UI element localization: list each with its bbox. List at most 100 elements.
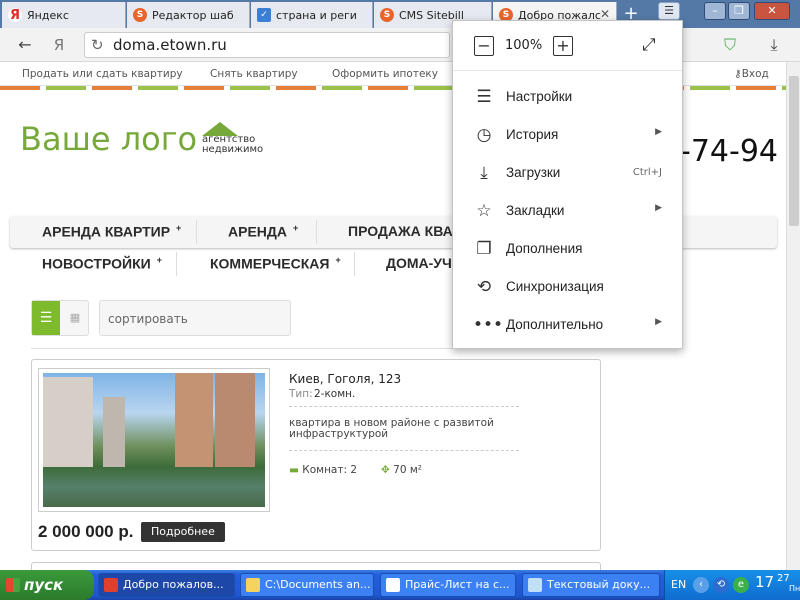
tab-country[interactable]: ✓ страна и реги: [251, 2, 373, 28]
menu-button[interactable]: ☰: [658, 2, 680, 20]
sync-icon[interactable]: ⟲: [713, 577, 729, 593]
menu-separator: [196, 220, 197, 244]
menu-new-buildings[interactable]: НОВОСТРОЙКИ +: [42, 255, 162, 272]
sitebill-icon: S: [380, 8, 394, 22]
fullscreen-icon[interactable]: ⤢: [642, 35, 656, 55]
system-tray: EN ‹ ⟲ e 17 27 Пн: [664, 570, 800, 600]
grid-view-icon[interactable]: ▦: [61, 301, 89, 335]
maximize-button[interactable]: ❐: [728, 2, 750, 20]
menu-item-history[interactable]: ◷ История ▶: [453, 116, 682, 154]
menu-item-settings[interactable]: ☰ Настройки: [453, 78, 682, 116]
yandex-icon[interactable]: Я: [48, 34, 70, 56]
listing-card: [31, 562, 601, 570]
building-shape: [103, 397, 125, 467]
sync-icon: ⟲: [476, 277, 492, 297]
page-scrollbar[interactable]: [786, 62, 800, 570]
taskbar: пуск Добро пожалов... C:\Documents an...…: [0, 570, 800, 600]
tab-editor[interactable]: S Редактор шаб: [127, 2, 250, 28]
view-toggle: ☰ ▦: [31, 300, 89, 336]
tab-label: Яндекс: [27, 8, 69, 22]
chevron-right-icon: ▶: [655, 203, 662, 213]
zoom-row: − 100% + ⤢: [453, 21, 682, 71]
menu-separator: [316, 220, 317, 244]
topnav-sell[interactable]: Продать или сдать квартиру: [22, 68, 183, 80]
menu-item-more[interactable]: ••• Дополнительно ▶: [453, 306, 682, 344]
reload-icon[interactable]: ↻: [91, 36, 104, 54]
agency-line2: недвижимо: [202, 144, 264, 155]
yandex-browser-icon: [104, 578, 118, 592]
phone-number: -74-94: [680, 134, 778, 169]
menu-commercial[interactable]: КОММЕРЧЕСКАЯ +: [210, 255, 341, 272]
listing-type-value: 2-комн.: [314, 388, 356, 400]
menu-rent[interactable]: АРЕНДА +: [228, 223, 298, 240]
close-window-button[interactable]: ✕: [754, 2, 790, 20]
list-view-icon[interactable]: ☰: [32, 301, 60, 335]
back-icon[interactable]: ‹: [693, 577, 709, 593]
building-shape: [175, 373, 213, 467]
menu-houses[interactable]: ДОМА-УЧ: [386, 255, 452, 271]
download-icon[interactable]: ⤓: [763, 34, 785, 56]
shield-icon[interactable]: ⛉: [719, 34, 741, 56]
login-link[interactable]: ⚷Вход: [734, 68, 769, 80]
zoom-level: 100%: [505, 38, 543, 53]
taskbar-button-browser[interactable]: Добро пожалов...: [98, 573, 235, 597]
listing-description: квартира в новом районе с развитой инфра…: [289, 417, 494, 440]
topnav-rent[interactable]: Снять квартиру: [210, 68, 298, 80]
clock-minutes: 27: [777, 573, 790, 584]
star-icon: ☆: [476, 201, 492, 221]
menu-item-bookmarks[interactable]: ☆ Закладки ▶: [453, 192, 682, 230]
details-button[interactable]: Подробнее: [141, 522, 225, 542]
menu-separator: [176, 252, 177, 276]
start-button[interactable]: пуск: [0, 570, 94, 600]
taskbar-button-price-list[interactable]: Прайс-Лист на с...: [380, 573, 516, 597]
menu-item-sync[interactable]: ⟲ Синхронизация: [453, 268, 682, 306]
close-tab-icon[interactable]: ✕: [600, 7, 610, 21]
zoom-in-button[interactable]: +: [553, 36, 573, 56]
download-icon: ⤓: [480, 163, 488, 183]
clock-day: Пн: [789, 584, 800, 593]
tab-yandex[interactable]: Я Яндекс: [2, 2, 126, 28]
expand-icon: ✥: [381, 464, 390, 476]
listing-address[interactable]: Киев, Гоголя, 123: [289, 372, 401, 386]
menu-separator: [354, 252, 355, 276]
browser-e-icon[interactable]: e: [733, 577, 749, 593]
clock-icon: ◷: [476, 125, 492, 145]
yandex-icon: Я: [8, 7, 22, 23]
menu-item-downloads[interactable]: ⤓ Загрузки Ctrl+J: [453, 154, 682, 192]
zoom-out-button[interactable]: −: [474, 36, 494, 56]
tab-label: страна и реги: [276, 8, 357, 22]
agency-logo: агентство недвижимо: [200, 122, 270, 162]
extensions-icon: ❐: [476, 239, 492, 259]
menu-sale[interactable]: ПРОДАЖА КВА: [348, 223, 453, 239]
tab-label: Редактор шаб: [152, 8, 234, 22]
url-text: doma.etown.ru: [113, 36, 227, 54]
clock-hours[interactable]: 17: [755, 573, 774, 591]
listing-card: Киев, Гоголя, 123 Тип: 2-комн. квартира …: [31, 359, 601, 551]
back-arrow-icon[interactable]: ←: [14, 34, 36, 56]
dashed-divider: [289, 406, 519, 407]
url-field[interactable]: ↻ doma.etown.ru: [84, 32, 450, 58]
windows-logo-icon: [6, 578, 20, 592]
building-shape: [215, 373, 255, 467]
topnav-mortgage[interactable]: Оформить ипотеку: [332, 68, 438, 80]
site-logo[interactable]: Ваше лого: [20, 120, 197, 158]
sitebill-icon: S: [133, 8, 147, 22]
language-indicator[interactable]: EN: [671, 578, 686, 591]
chevron-right-icon: ▶: [655, 127, 662, 137]
sort-select[interactable]: сортировать: [99, 300, 291, 336]
more-dots-icon: •••: [473, 315, 504, 335]
taskbar-button-text-doc[interactable]: Текстовый доку...: [522, 573, 660, 597]
listing-rooms: ▬ Комнат: 2: [289, 464, 358, 476]
dashed-divider: [289, 450, 519, 451]
listing-type-label: Тип:: [289, 388, 313, 400]
menu-rent-apartments[interactable]: АРЕНДА КВАРТИР +: [42, 223, 181, 240]
taskbar-button-folder[interactable]: C:\Documents an...: [240, 573, 374, 597]
scroll-thumb[interactable]: [789, 76, 799, 226]
notepad-icon: [528, 578, 542, 592]
minimize-button[interactable]: –: [704, 2, 726, 20]
listing-photo[interactable]: [38, 368, 270, 512]
chevron-right-icon: ▶: [655, 317, 662, 327]
shortcut-label: Ctrl+J: [632, 167, 662, 178]
folder-icon: [246, 578, 260, 592]
menu-item-extensions[interactable]: ❐ Дополнения: [453, 230, 682, 268]
